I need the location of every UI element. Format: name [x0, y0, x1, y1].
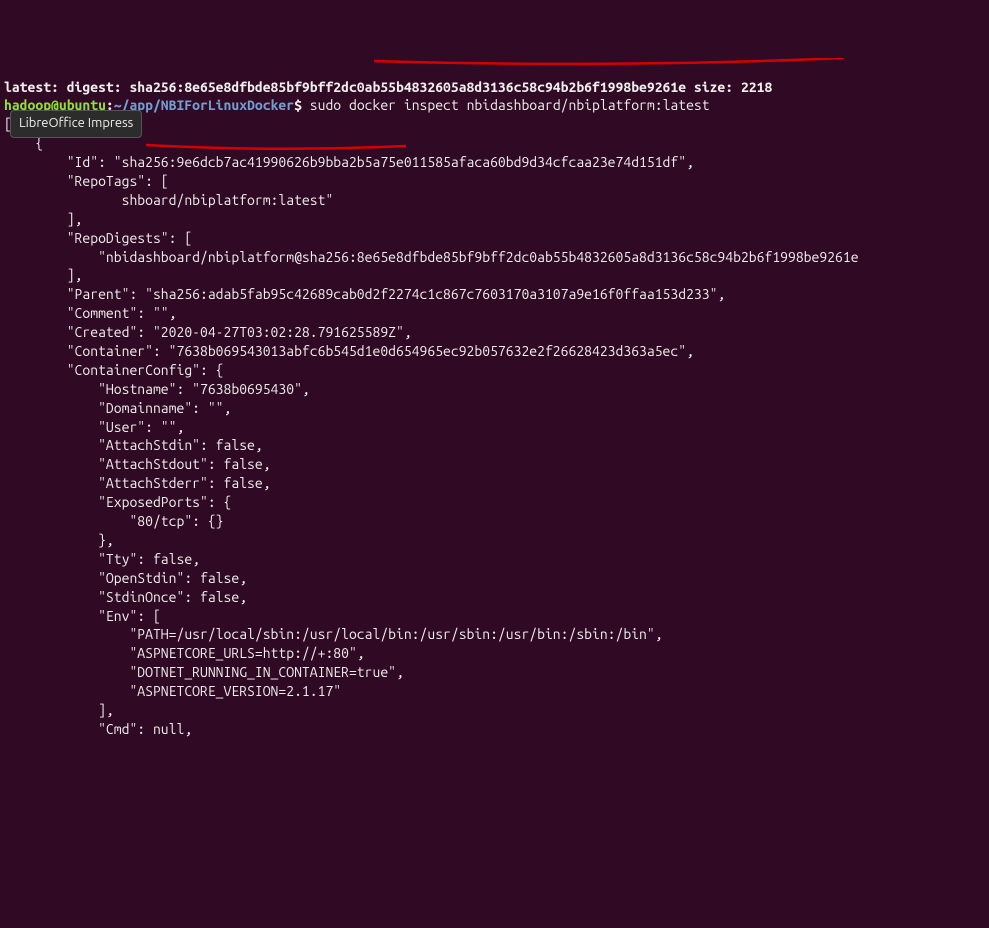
terminal-output[interactable]: latest: digest: sha256:8e65e8dfbde85bf9b…	[4, 78, 985, 739]
annotation-underline-command	[358, 35, 828, 45]
json-line: "ASPNETCORE_VERSION=2.1.17"	[4, 683, 341, 699]
json-line: "User": "",	[4, 419, 184, 435]
json-line: "Comment": "",	[4, 305, 176, 321]
json-line: "OpenStdin": false,	[4, 570, 247, 586]
digest-line: latest: digest: sha256:8e65e8dfbde85bf9b…	[4, 79, 772, 95]
json-line: shboard/nbiplatform:latest"	[4, 192, 333, 208]
json-line: "RepoDigests": [	[4, 230, 192, 246]
json-line: "80/tcp": {}	[4, 513, 224, 529]
json-line: "Env": [	[4, 608, 161, 624]
json-line: "StdinOnce": false,	[4, 589, 247, 605]
json-line: "ContainerConfig": {	[4, 362, 224, 378]
tooltip-libreoffice-impress: LibreOffice Impress	[10, 110, 142, 138]
json-line: "DOTNET_RUNNING_IN_CONTAINER=true",	[4, 664, 404, 680]
json-line: "Domainname": "",	[4, 400, 231, 416]
json-line: "Hostname": "7638b0695430",	[4, 381, 310, 397]
json-line: "nbidashboard/nbiplatform@sha256:8e65e8d…	[4, 249, 859, 265]
json-line: "Parent": "sha256:adab5fab95c42689cab0d2…	[4, 286, 725, 302]
json-line: "RepoTags": [	[4, 173, 169, 189]
json-line: {	[4, 135, 43, 151]
json-line: },	[4, 532, 114, 548]
json-line: "Cmd": null,	[4, 721, 192, 737]
json-line: "Created": "2020-04-27T03:02:28.79162558…	[4, 324, 412, 340]
json-line: "AttachStdout": false,	[4, 456, 271, 472]
prompt-sep2: $	[294, 97, 302, 113]
json-line: "Id": "sha256:9e6dcb7ac41990626b9bba2b5a…	[4, 154, 694, 170]
json-line: ],	[4, 267, 82, 283]
prompt-command: sudo docker inspect nbidashboard/nbiplat…	[302, 97, 710, 113]
json-line: ],	[4, 211, 82, 227]
json-line: "AttachStderr": false,	[4, 475, 271, 491]
json-line: "AttachStdin": false,	[4, 437, 263, 453]
json-line: "ExposedPorts": {	[4, 494, 231, 510]
json-line: "Tty": false,	[4, 551, 200, 567]
json-line: "ASPNETCORE_URLS=http://+:80",	[4, 645, 365, 661]
json-line: "PATH=/usr/local/sbin:/usr/local/bin:/us…	[4, 626, 663, 642]
json-line: "Container": "7638b069543013abfc6b545d1e…	[4, 343, 694, 359]
json-line: ],	[4, 702, 114, 718]
